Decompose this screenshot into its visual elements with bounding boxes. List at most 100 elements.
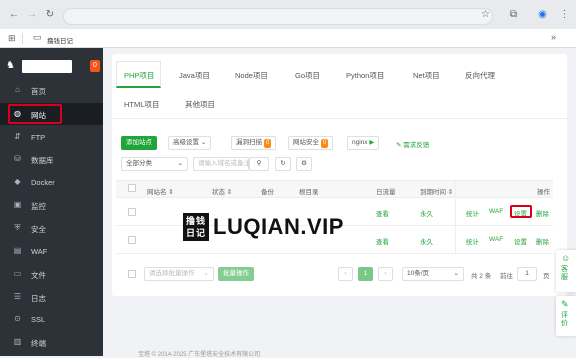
sidebar-item-files[interactable]: ▭ 文件 [0,263,103,285]
log-icon: ☰ [13,292,22,301]
expire-value[interactable]: 永久 [420,208,433,218]
forward-icon[interactable]: → [26,9,38,21]
stats-link[interactable]: 统计 [466,208,479,218]
ftp-icon: ⇵ [14,132,21,141]
tab-node[interactable]: Node项目 [235,70,268,81]
search-input[interactable]: 请输入域名或备注 [193,157,250,171]
category-select[interactable]: 全部分类 ⌄ [121,157,188,171]
delete-link[interactable]: 删除 [536,208,549,218]
refresh-icon[interactable]: ↻ [275,157,291,171]
menu-icon[interactable]: ⋮ [558,8,571,21]
sidebar-item-ftp[interactable]: ⇵ FTP [0,126,103,148]
prev-page-icon[interactable]: ‹ [338,267,353,281]
home-icon: ⌂ [15,85,20,94]
tab-go[interactable]: Go项目 [295,70,320,81]
sidebar-item-monitor[interactable]: ▣ 监控 [0,194,103,216]
tab-python[interactable]: Python项目 [346,70,384,81]
logo: ♞ 0 [6,60,100,74]
footer-checkbox[interactable] [128,270,136,278]
rate-button[interactable]: ✎ 评价 [556,296,576,336]
traffic-link[interactable]: 查看 [376,208,389,218]
star-icon[interactable]: ☆ [479,8,492,21]
play-icon: ▶ [369,139,375,146]
sidebar-item-security[interactable]: ⛨ 安全 [0,217,103,239]
chevron-down-icon: ⌄ [177,160,183,167]
search-icon[interactable]: ⚲ [249,157,269,171]
row-checkbox[interactable] [128,236,136,244]
database-icon: ⛁ [14,154,21,163]
alert-badge[interactable]: 0 [90,60,100,72]
watermark-text: LUQIAN.VIP [213,214,344,239]
tab-java[interactable]: Java项目 [179,70,210,81]
sidebar-item-terminal[interactable]: ▥ 终端 [0,331,103,353]
sidebar-item-logs[interactable]: ☰ 日志 [0,286,103,308]
waf-link[interactable]: WAF [489,208,503,215]
address-bar[interactable] [63,8,493,25]
col-expire[interactable]: 到期时间 ⇕ [420,186,453,196]
traffic-link[interactable]: 查看 [376,236,389,246]
page-1-button[interactable]: 1 [358,267,373,281]
sidebar: ♞ 0 ⌂ 首页 ◍ 网站 ⇵ FTP ⛁ 数据库 ◆ Docker ▣ 监控 ⛨ 安全 ▤ W… [0,48,103,356]
vuln-scan-button[interactable]: 漏洞扫描 0 [231,136,277,150]
tab-net[interactable]: Net项目 [413,70,440,81]
page-unit: 页 [543,273,550,280]
watermark-chars: 撸钱日记 [183,213,209,241]
service-button[interactable]: ☺ 客服 [556,250,576,292]
browser-chrome: ← → ↻ ☆ ⧉ ◉ ⋮ ⊞ ▭ 撸钱日记 » [0,0,576,48]
rate-icon: ✎ [561,299,569,309]
row-checkbox[interactable] [128,208,136,216]
batch-button[interactable]: 批量操作 [218,267,254,281]
next-page-icon[interactable]: › [378,267,393,281]
tab-html[interactable]: HTML项目 [124,99,159,110]
settings-link[interactable]: 设置 [514,236,527,246]
extensions-icon[interactable]: ⧉ [507,8,520,21]
select-all-checkbox[interactable] [128,184,136,192]
sidebar-item-database[interactable]: ⛁ 数据库 [0,148,103,170]
expire-value[interactable]: 永久 [420,236,433,246]
gear-icon[interactable]: ⚙ [296,157,312,171]
batch-select[interactable]: 请选择批量操作 ⌄ [144,267,214,281]
nginx-button[interactable]: nginx ▶ [347,136,380,150]
page-size-select[interactable]: 10条/页 ⌄ [402,267,464,281]
chevron-down-icon: ⌄ [453,270,459,277]
apps-icon[interactable]: ⊞ [8,33,16,44]
col-backup: 备份 [261,189,274,196]
shield-icon: ⛨ [14,223,21,232]
advanced-settings-button[interactable]: 高级设置 ⌄ [168,136,212,150]
bookmark-overflow-icon[interactable]: » [551,32,556,42]
tab-other[interactable]: 其他项目 [185,99,215,110]
goto-input[interactable]: 1 [517,267,537,281]
back-icon[interactable]: ← [8,9,20,21]
chevron-down-icon: ⌄ [203,270,209,277]
col-status[interactable]: 状态 ⇕ [212,186,232,196]
terminal-icon: ▥ [13,337,22,346]
bookmark-item[interactable]: 撸钱日记 [47,35,73,45]
waf-link[interactable]: WAF [489,236,503,243]
tab-php[interactable]: PHP项目 [124,70,154,81]
sidebar-item-waf[interactable]: ▤ WAF [0,240,103,262]
monitor-icon: ▣ [13,200,22,209]
profile-icon[interactable]: ◉ [536,8,549,21]
server-name-box [22,60,72,73]
table-header [116,180,553,198]
folder-icon: ▭ [13,269,22,278]
footer-copyright: 宝塔 © 2014-2025 广东堡塔安全技术有限公司 [138,352,261,358]
reload-icon[interactable]: ↻ [44,9,56,21]
sidebar-item-docker[interactable]: ◆ Docker [0,171,103,193]
sidebar-item-ssl[interactable]: ⊙ SSL [0,308,103,330]
sidebar-item-home[interactable]: ⌂ 首页 [0,79,103,101]
col-root: 根目录 [299,189,319,196]
stats-link[interactable]: 统计 [466,236,479,246]
bookmark-bar: ⊞ ▭ 撸钱日记 » [0,29,576,48]
col-name[interactable]: 网站名 ⇕ [147,186,174,196]
delete-link[interactable]: 删除 [536,236,549,246]
waf-icon: ▤ [13,246,22,255]
feedback-link[interactable]: ✎ 需求反馈 [396,139,429,149]
tab-reverse-proxy[interactable]: 反向代理 [465,70,495,81]
panel-logo-icon: ♞ [6,60,15,71]
docker-icon: ◆ [14,177,21,186]
goto-label: 前往 [500,273,513,280]
site-security-button[interactable]: 网站安全 0 [288,136,334,150]
ssl-icon: ⊙ [14,314,21,323]
add-site-button[interactable]: 添加站点 [121,136,157,150]
